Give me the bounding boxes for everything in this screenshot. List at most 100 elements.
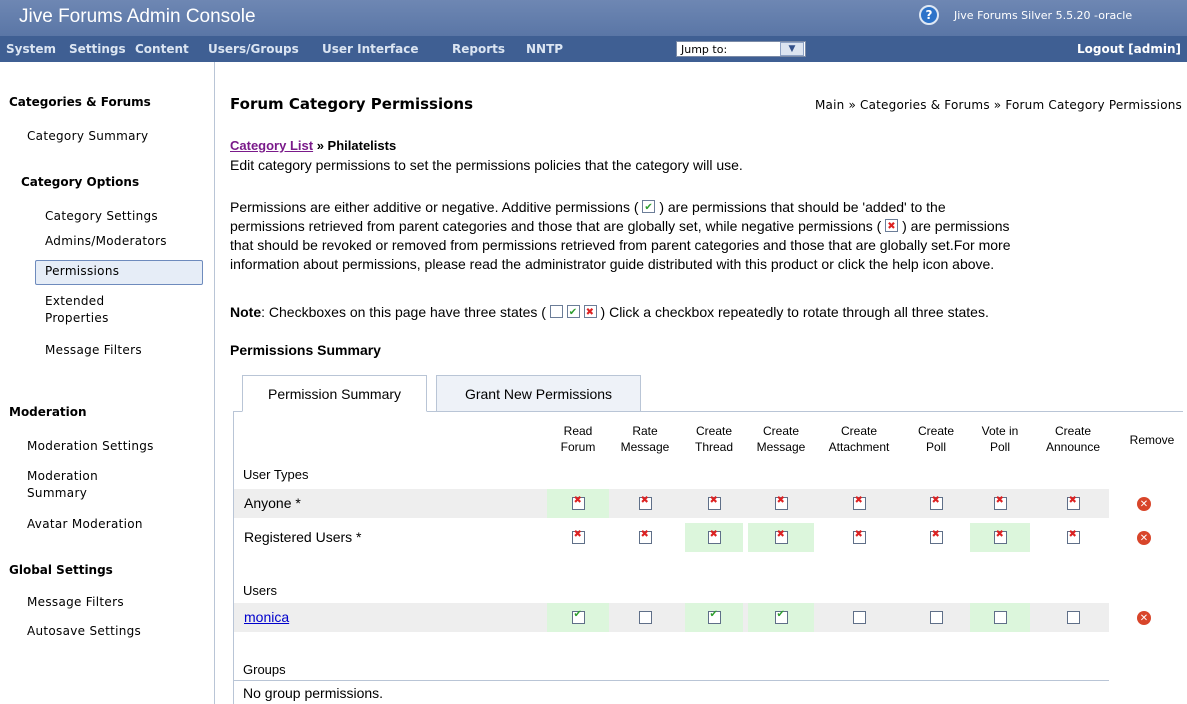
permission-checkbox[interactable] (707, 495, 721, 510)
sidebar-item-category-summary[interactable]: Category Summary (27, 128, 148, 145)
remove-column-header: Remove (1129, 433, 1175, 447)
remove-icon[interactable]: ✕ (1137, 497, 1151, 511)
column-header: Create Thread (694, 424, 734, 454)
column-header: Create Announce (1045, 424, 1101, 454)
sidebar-item-global-message-filters[interactable]: Message Filters (27, 594, 124, 611)
logout-link[interactable]: Logout [admin] (1077, 42, 1181, 56)
permission-cell (970, 603, 1030, 632)
sidebar-item-moderation-settings[interactable]: Moderation Settings (27, 438, 154, 455)
breadcrumb: Main » Categories & Forums » Forum Categ… (814, 98, 1182, 112)
permission-cell (905, 603, 967, 632)
note-text: Note: Checkboxes on this page have three… (230, 303, 1180, 322)
user-types-label: User Types (243, 467, 309, 482)
check-checkbox-icon (566, 303, 580, 322)
permission-checkbox[interactable] (638, 529, 652, 544)
remove-icon[interactable]: ✕ (1137, 531, 1151, 545)
nav-settings[interactable]: Settings (69, 42, 126, 56)
additive-check-icon (642, 198, 656, 217)
row-label: Anyone * (244, 495, 301, 511)
permission-cell (817, 523, 901, 552)
column-header: Rate Message (620, 424, 670, 454)
help-icon[interactable]: ? (919, 5, 939, 25)
para-text: information about permissions, please re… (230, 256, 995, 272)
permission-checkbox[interactable] (774, 495, 788, 510)
nav-system[interactable]: System (6, 42, 56, 56)
para-text: Permissions are either additive or negat… (230, 199, 639, 215)
nav-user-interface[interactable]: User Interface (322, 42, 419, 56)
permission-checkbox[interactable] (929, 611, 943, 624)
permission-cell (748, 523, 814, 552)
permission-checkbox[interactable] (638, 611, 652, 624)
permission-row: Registered Users * (234, 523, 1109, 552)
permission-checkbox[interactable] (774, 609, 788, 624)
permission-cell (970, 489, 1030, 518)
column-header: Create Message (756, 424, 806, 454)
permission-checkbox[interactable] (1066, 495, 1080, 510)
column-header: Read Forum (560, 424, 596, 454)
permission-checkbox[interactable] (929, 495, 943, 510)
sidebar-item-permissions[interactable]: Permissions (45, 263, 119, 280)
permission-cell (905, 523, 967, 552)
no-group-permissions: No group permissions. (234, 680, 1109, 704)
empty-checkbox-icon (549, 305, 563, 318)
permission-checkbox[interactable] (571, 495, 585, 510)
main-nav: System Settings Content Users/Groups Use… (0, 36, 1187, 62)
sidebar-item-moderation-summary[interactable]: Moderation Summary (27, 468, 147, 502)
column-header: Create Poll (917, 424, 955, 454)
permission-checkbox[interactable] (852, 529, 866, 544)
permission-cell (748, 603, 814, 632)
permission-checkbox[interactable] (638, 495, 652, 510)
permission-checkbox[interactable] (1066, 611, 1080, 624)
permission-checkbox[interactable] (707, 609, 721, 624)
tab-permission-summary[interactable]: Permission Summary (242, 375, 427, 412)
users-label: Users (243, 583, 277, 598)
permission-checkbox[interactable] (993, 611, 1007, 624)
sidebar-item-message-filters[interactable]: Message Filters (45, 342, 142, 359)
sidebar-item-autosave-settings[interactable]: Autosave Settings (27, 623, 141, 640)
permission-cell (905, 489, 967, 518)
user-link[interactable]: monica (244, 609, 289, 625)
sidebar-item-admins-moderators[interactable]: Admins/Moderators (45, 233, 167, 250)
category-list-link[interactable]: Category List (230, 138, 313, 153)
header-bar: Jive Forums Admin Console ? Jive Forums … (0, 0, 1187, 36)
permission-cell (1035, 489, 1111, 518)
permission-checkbox[interactable] (571, 529, 585, 544)
permission-checkbox[interactable] (929, 529, 943, 544)
permission-cell (547, 489, 609, 518)
chevron-down-icon[interactable]: ▼ (780, 42, 804, 56)
permission-checkbox[interactable] (774, 529, 788, 544)
permission-cell (1035, 603, 1111, 632)
permission-checkbox[interactable] (571, 609, 585, 624)
sidebar: Categories & Forums Category Summary Cat… (0, 62, 215, 704)
version-label: Jive Forums Silver 5.5.20 -oracle (954, 9, 1133, 22)
sidebar-heading-global-settings: Global Settings (9, 563, 113, 577)
permission-checkbox[interactable] (1066, 529, 1080, 544)
permission-cell (685, 603, 743, 632)
note-text-2: ) Click a checkbox repeatedly to rotate … (600, 304, 989, 320)
page-title: Forum Category Permissions (230, 95, 474, 113)
column-header: Create Attachment (828, 424, 890, 454)
permission-cell (748, 489, 814, 518)
nav-reports[interactable]: Reports (452, 42, 505, 56)
sidebar-item-extended-properties[interactable]: Extended Properties (45, 293, 165, 327)
category-separator: » (313, 138, 328, 153)
tab-grant-new-permissions[interactable]: Grant New Permissions (436, 375, 641, 412)
note-label: Note (230, 304, 262, 320)
sidebar-item-category-settings[interactable]: Category Settings (45, 208, 158, 225)
permission-cell (610, 523, 680, 552)
nav-users-groups[interactable]: Users/Groups (208, 42, 299, 56)
permission-checkbox[interactable] (852, 611, 866, 624)
permission-checkbox[interactable] (993, 495, 1007, 510)
sidebar-item-avatar-moderation[interactable]: Avatar Moderation (27, 516, 143, 533)
permissions-explanation: Permissions are either additive or negat… (230, 198, 1180, 274)
permission-checkbox[interactable] (993, 529, 1007, 544)
nav-content[interactable]: Content (135, 42, 189, 56)
permission-cell (610, 603, 680, 632)
permission-checkbox[interactable] (852, 495, 866, 510)
nav-nntp[interactable]: NNTP (526, 42, 563, 56)
permission-checkbox[interactable] (707, 529, 721, 544)
permission-cell (685, 523, 743, 552)
remove-icon[interactable]: ✕ (1137, 611, 1151, 625)
note-text-1: : Checkboxes on this page have three sta… (261, 304, 546, 320)
para-text: ) are permissions (902, 218, 1010, 234)
